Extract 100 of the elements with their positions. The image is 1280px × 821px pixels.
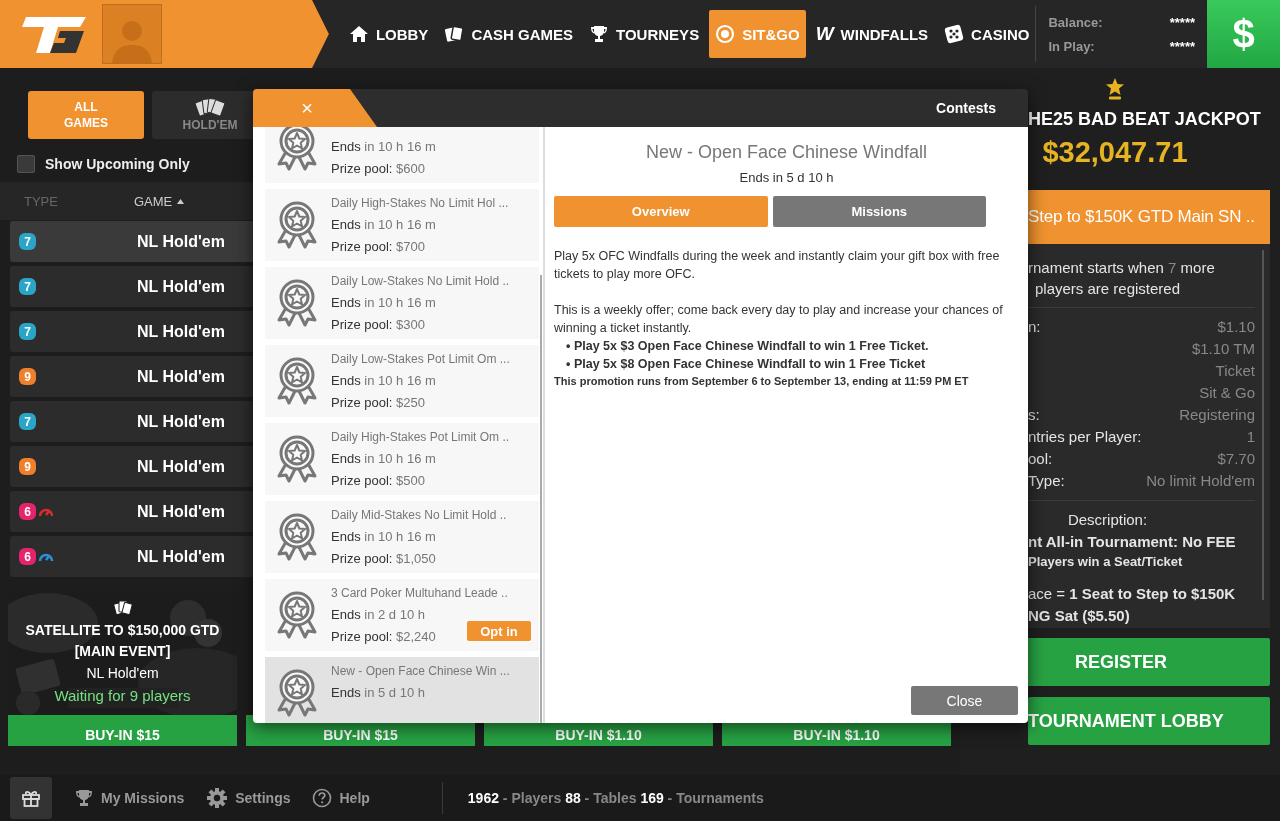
game-name: NL Hold'em [86, 665, 159, 681]
contest-item[interactable]: Daily Low-Stakes No Limit Hold .. Ends in 10 h 16 m Prize pool: $300 [265, 267, 540, 339]
bullet-item: • Play 5x $3 Open Face Chinese Windfall to win 1 Free Ticket. [565, 338, 930, 355]
balance-value: ***** [1169, 14, 1195, 30]
contest-item[interactable]: Daily High-Stakes No Limit Hol ... Ends in 10 h 16 m Prize pool: $700 [265, 189, 540, 261]
game-name: NL Hold'em [137, 502, 225, 521]
gift-icon [21, 788, 41, 808]
trophy-icon [74, 788, 94, 808]
column-header[interactable]: GAME [134, 193, 173, 209]
detail-value: $7.70 [1217, 449, 1255, 469]
contest-name: Daily Low-Stakes Pot Limit Om ... [331, 351, 510, 368]
footer-link[interactable]: Settings [206, 787, 291, 809]
detail-label: ool: [1028, 449, 1053, 469]
detail-value: Sit & Go [1199, 383, 1255, 403]
cards-icon [112, 600, 133, 616]
description-heading: Description: [1066, 510, 1149, 530]
nav-tab[interactable]: CASINO [938, 10, 1036, 58]
settings-icon [206, 787, 229, 809]
contest-item[interactable]: Ends in 10 h 16 m Prize pool: $600 [265, 127, 540, 183]
award-ribbon-icon [275, 512, 319, 562]
award-ribbon-icon [275, 200, 319, 250]
contest-name: Daily Mid-Stakes No Limit Hold .. [331, 507, 507, 524]
seat-count-badge: 9 [19, 458, 36, 475]
checkbox[interactable] [17, 155, 35, 173]
dialog-title: Contests [936, 100, 996, 116]
description-text: This is a weekly offer; come back every day to play and increase your chances of winning a ticket instantly. [554, 302, 1004, 337]
game-name: NL Hold'em [137, 547, 225, 566]
contest-name: Daily Low-Stakes No Limit Hold .. [331, 273, 510, 290]
contest-end-time: Ends in 10 h 16 m [331, 450, 436, 468]
seat-count-badge: 7 [19, 413, 36, 430]
game-name: NL Hold'em [137, 367, 225, 386]
sort-icon [177, 198, 185, 204]
description-text: nt All-in Tournament: No FEE [1028, 532, 1237, 552]
bullet-item: • Play 5x $8 Open Face Chinese Windfall to win 1 Free Ticket [565, 356, 927, 373]
seat-count-badge: 9 [19, 368, 36, 385]
description-text: ace = 1 Seat to Step to $150K [1028, 584, 1237, 604]
detail-value: Ticket [1215, 361, 1255, 381]
contest-end-time: Ends in 10 h 16 m [331, 216, 436, 234]
contest-item[interactable]: Daily High-Stakes Pot Limit Om .. Ends in 10 h 16 m Prize pool: $500 [265, 423, 540, 495]
footer-link[interactable]: Help [312, 788, 370, 808]
checkbox-label: Show Upcoming Only [45, 156, 190, 172]
cards-icon [194, 97, 226, 116]
star-trophy-icon [1106, 78, 1124, 100]
detail-label: Type: [1028, 471, 1065, 491]
buy-in-button[interactable]: BUY-IN $15 [8, 715, 237, 746]
seat-count-badge: 6 [19, 548, 36, 565]
scrollbar[interactable] [1262, 250, 1264, 600]
prize-pool: Prize pool: $1,050 [331, 550, 436, 568]
contest-name: 3 Card Poker Multuhand Leade .. [331, 585, 508, 602]
game-name: NL Hold'em [137, 277, 225, 296]
contest-name: Daily High-Stakes Pot Limit Om .. [331, 429, 510, 446]
game-name: NL Hold'em [137, 232, 225, 251]
scrollbar[interactable] [540, 275, 543, 723]
close-button[interactable]: Close [911, 686, 1018, 715]
trophy-icon [589, 25, 610, 43]
help-icon [312, 788, 333, 808]
registration-status: players are registered [1033, 279, 1182, 299]
game-name: NL Hold'em [137, 457, 225, 476]
game-name: NL Hold'em [137, 322, 225, 341]
contest-tab[interactable]: Missions [772, 196, 986, 227]
target-icon [715, 24, 736, 44]
contest-item[interactable]: Daily Mid-Stakes No Limit Hold .. Ends in 10 h 16 m Prize pool: $1,050 [265, 501, 540, 573]
tournament-lobby-button[interactable]: TOURNAMENT LOBBY [1028, 697, 1270, 745]
description-text: Players win a Seat/Ticket [1028, 553, 1184, 571]
contest-item[interactable]: 3 Card Poker Multuhand Leade .. Ends in 2 d 10 h Prize pool: $2,240 Opt in [265, 579, 540, 651]
nav-tab[interactable]: W WINDFALLS [809, 10, 935, 58]
nav-tab[interactable]: TOURNEYS [583, 10, 706, 58]
registration-status: rnament starts when 7 more [1028, 258, 1216, 278]
balance-value: ***** [1169, 38, 1195, 54]
prize-pool: Prize pool: $300 [331, 316, 425, 334]
detail-value: 1 [1246, 427, 1255, 447]
award-ribbon-icon [275, 278, 319, 328]
award-ribbon-icon [275, 590, 319, 640]
dice-icon [944, 24, 965, 44]
nav-tab[interactable]: LOBBY [342, 10, 435, 58]
description-text: Play 5x OFC Windfalls during the week and instantly claim your gift box with free tickets to play more OFC. [554, 248, 1001, 283]
contest-end-time: Ends in 10 h 16 m [331, 294, 436, 312]
contest-name: New - Open Face Chinese Win ... [331, 663, 510, 680]
promotion-dates: This promotion runs from September 6 to September 13, ending at 11:59 PM ET [554, 374, 970, 389]
contest-end-time: Ends in 10 h 16 m [331, 138, 436, 156]
contest-item[interactable]: New - Open Face Chinese Win ... Ends in 5 d 10 h [265, 657, 540, 723]
detail-value: No limit Hold'em [1146, 471, 1255, 491]
award-ribbon-icon [275, 668, 319, 718]
seat-count-badge: 7 [19, 278, 36, 295]
contest-end-time: Ends in 2 d 10 h [331, 606, 425, 624]
contest-end-time: Ends in 5 d 10 h [331, 684, 425, 702]
prize-pool: Prize pool: $700 [331, 238, 425, 256]
seat-count-badge: 7 [19, 233, 36, 250]
jackpot-title: HE25 BAD BEAT JACKPOT [1028, 109, 1261, 130]
nav-tab[interactable]: CASH GAMES [438, 10, 580, 58]
award-ribbon-icon [275, 356, 319, 406]
prize-pool: Prize pool: $600 [331, 160, 425, 178]
balance-label: Balance: [1048, 14, 1103, 30]
footer-link[interactable]: My Missions [74, 788, 185, 808]
online-stats: 1962 - Players 88 - Tables 169 - Tournaments [467, 790, 764, 806]
gift-button[interactable] [10, 777, 52, 819]
seat-count-badge: 7 [19, 323, 36, 340]
contest-item[interactable]: Daily Low-Stakes Pot Limit Om ... Ends in 10 h 16 m Prize pool: $250 [265, 345, 540, 417]
jackpot-amount: $32,047.71 [1042, 136, 1188, 169]
avatar[interactable] [102, 4, 162, 64]
